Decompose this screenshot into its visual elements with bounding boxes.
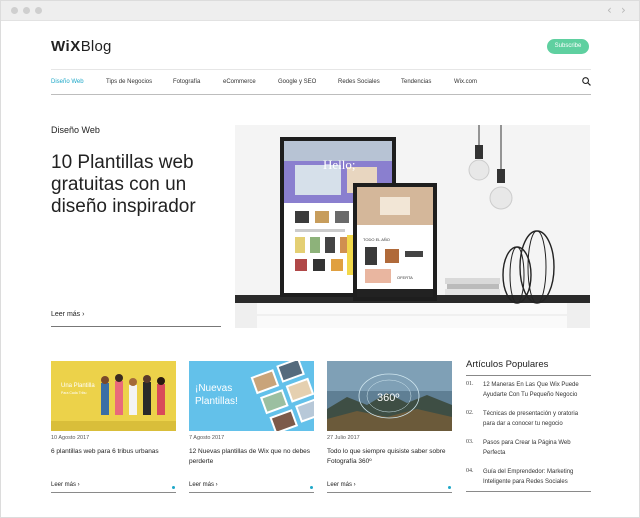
- nav-item-ecommerce[interactable]: eCommerce: [223, 79, 256, 85]
- window-titlebar: ‹ ›: [1, 1, 639, 21]
- post-thumbnail[interactable]: Una Plantilla Para Cada Tribu: [51, 361, 176, 431]
- hero-image-todo-text: TODO EL AÑO: [363, 237, 390, 242]
- popular-number: 02.: [466, 410, 474, 416]
- hero-category[interactable]: Diseño Web: [51, 125, 100, 135]
- post-title[interactable]: 12 Nuevas plantillas de Wix que no debes…: [189, 447, 315, 466]
- read-more-link[interactable]: Leer más ›: [51, 482, 80, 488]
- popular-title[interactable]: Guía del Emprendedor: Marketing Intelige…: [483, 468, 591, 487]
- thumb-line-1: Una Plantilla: [61, 383, 95, 389]
- window-dot-icon[interactable]: [11, 7, 18, 14]
- chevron-left-icon[interactable]: ‹: [607, 3, 612, 17]
- site-logo[interactable]: WiXBlog: [51, 38, 112, 55]
- hero-image-oferta-text: OFERTA: [397, 275, 413, 280]
- search-icon[interactable]: [582, 77, 591, 86]
- popular-title[interactable]: Pasos para Crear la Página Web Perfecta: [483, 439, 591, 458]
- popular-divider: [466, 375, 591, 376]
- popular-title[interactable]: Técnicas de presentación y oratoria para…: [483, 410, 591, 429]
- popular-number: 04.: [466, 468, 474, 474]
- post-thumbnail[interactable]: ¡Nuevas Plantillas!: [189, 361, 314, 431]
- post-date: 7 Agosto 2017: [189, 435, 225, 441]
- nav-item-diseno-web[interactable]: Diseño Web: [51, 79, 84, 85]
- accent-dot: [310, 486, 313, 489]
- nav-item-wix-com[interactable]: Wix.com: [454, 79, 477, 85]
- popular-articles: Artículos Populares 01. 12 Maneras En La…: [466, 359, 591, 492]
- card-divider: [189, 492, 314, 493]
- hero-read-more-link[interactable]: Leer más ›: [51, 311, 84, 318]
- category-nav: Diseño Web Tips de Negocios Fotografía e…: [51, 69, 591, 95]
- popular-number: 01.: [466, 381, 474, 387]
- card-divider: [51, 492, 176, 493]
- popular-title[interactable]: 12 Maneras En Las Que Wix Puede Ayudarte…: [483, 381, 591, 400]
- thumb-line-1: 360º: [377, 392, 399, 404]
- thumb-line-2: Para Cada Tribu: [61, 391, 87, 395]
- nav-item-tips-negocios[interactable]: Tips de Negocios: [106, 79, 152, 85]
- popular-bottom-divider: [466, 491, 591, 492]
- thumb-line-1: ¡Nuevas: [195, 383, 232, 394]
- post-title[interactable]: 6 plantillas web para 6 tribus urbanas: [51, 447, 177, 457]
- browser-window: ‹ › WiXBlog Subscribe Diseño Web Tips de…: [0, 0, 640, 518]
- hero-image-hello-text: Hello;: [323, 157, 356, 172]
- popular-number: 03.: [466, 439, 474, 445]
- chevron-right-icon[interactable]: ›: [621, 3, 626, 17]
- post-date: 27 Julio 2017: [327, 435, 360, 441]
- window-dot-icon[interactable]: [23, 7, 30, 14]
- hero-divider: [51, 326, 221, 327]
- subscribe-button[interactable]: Subscribe: [547, 39, 589, 54]
- post-thumbnail[interactable]: 360º: [327, 361, 452, 431]
- post-date: 10 Agosto 2017: [51, 435, 90, 441]
- nav-item-google-seo[interactable]: Google y SEO: [278, 79, 316, 85]
- card-divider: [327, 492, 452, 493]
- post-title[interactable]: Todo lo que siempre quisiste saber sobre…: [327, 447, 453, 466]
- popular-heading: Artículos Populares: [466, 359, 549, 370]
- hero-title[interactable]: 10 Plantillas web gratuitas con un diseñ…: [51, 152, 231, 218]
- nav-item-fotografia[interactable]: Fotografía: [173, 79, 200, 85]
- thumb-line-2: Plantillas!: [195, 396, 238, 407]
- hero-image[interactable]: Hello; TODO EL AÑO OFERTA: [235, 125, 590, 328]
- nav-item-tendencias[interactable]: Tendencias: [401, 79, 431, 85]
- nav-item-redes-sociales[interactable]: Redes Sociales: [338, 79, 380, 85]
- window-dot-icon[interactable]: [35, 7, 42, 14]
- read-more-link[interactable]: Leer más ›: [327, 482, 356, 488]
- read-more-link[interactable]: Leer más ›: [189, 482, 218, 488]
- accent-dot: [172, 486, 175, 489]
- accent-dot: [448, 486, 451, 489]
